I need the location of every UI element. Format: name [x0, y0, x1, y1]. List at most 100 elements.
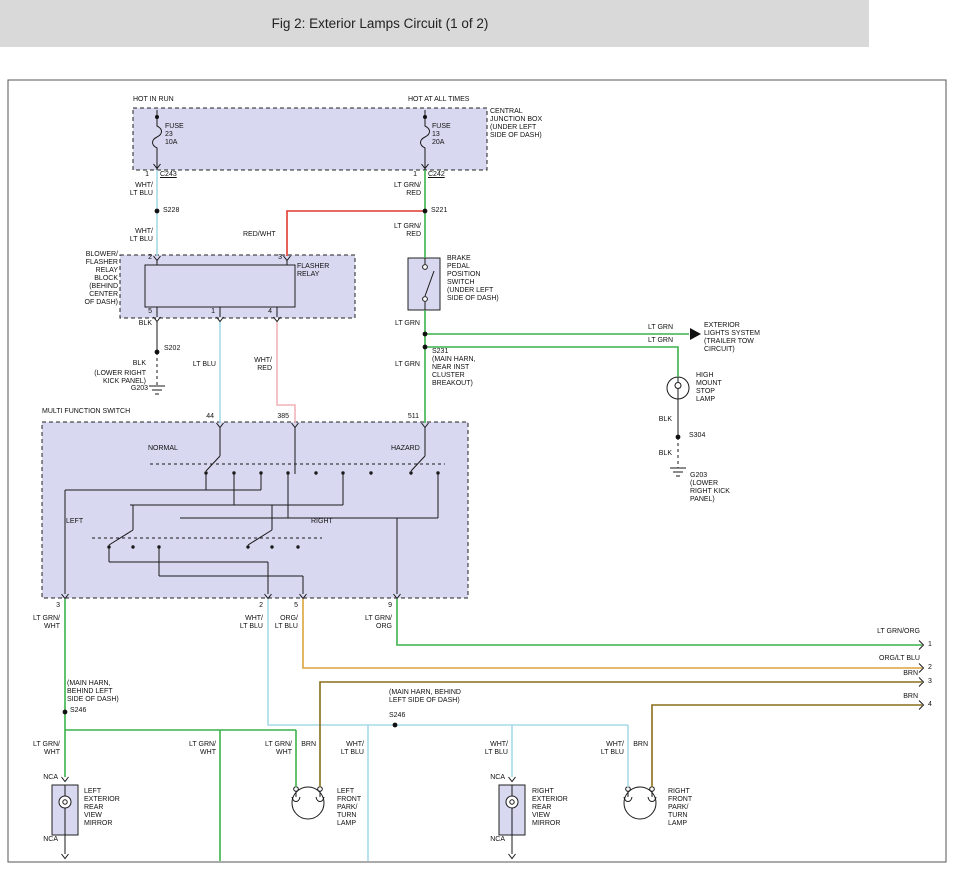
- cjb-label: CENTRAL JUNCTION BOX (UNDER LEFT SIDE OF…: [490, 108, 542, 140]
- connector-3-label: 3: [928, 678, 932, 686]
- nca-label-2: NCA: [38, 836, 58, 844]
- mfs-normal-label: NORMAL: [148, 445, 178, 453]
- ltgrn-wht-label-4: LT GRN/ WHT: [257, 741, 292, 757]
- wht-red-label: WHT/ RED: [248, 357, 272, 373]
- nca-label-4: NCA: [485, 836, 505, 844]
- splice-s228: [155, 209, 160, 214]
- splice-s231: [423, 345, 428, 350]
- relay-pin-1: 1: [199, 308, 215, 316]
- c243-label: C243: [160, 171, 177, 179]
- main-harn-label-left: (MAIN HARN, BEHIND LEFT SIDE OF DASH): [67, 680, 119, 704]
- fuse-23-label: FUSE 23 10A: [165, 123, 184, 147]
- connector-1-label: 1: [928, 641, 932, 649]
- wht-ltblu-label-1: WHT/ LT BLU: [119, 182, 153, 198]
- splice-s246-left: [63, 710, 68, 715]
- relay-pin-5: 5: [136, 308, 152, 316]
- relay-block-label: BLOWER/ FLASHER RELAY BLOCK (BEHIND CENT…: [74, 251, 118, 307]
- relay-pin-4: 4: [256, 308, 272, 316]
- left-turn-lamp-symbol: [292, 787, 324, 819]
- mfs-pin-44: 44: [196, 413, 214, 421]
- fuse-13-label: FUSE 13 20A: [432, 123, 451, 147]
- ltgrn-red-label-1: LT GRN/ RED: [385, 182, 421, 198]
- hot-at-all-times-label: HOT AT ALL TIMES: [408, 96, 469, 104]
- splice-s304: [676, 435, 681, 440]
- c243-pin-label: 1: [141, 171, 149, 179]
- ltgrn-wht-label-1: LT GRN/ WHT: [24, 615, 60, 631]
- left-mirror-label: LEFT EXTERIOR REAR VIEW MIRROR: [84, 788, 120, 828]
- blk-label-3: BLK: [646, 416, 672, 424]
- lt-grn-label-1: LT GRN: [392, 320, 420, 328]
- brake-switch-label: BRAKE PEDAL POSITION SWITCH (UNDER LEFT …: [447, 255, 499, 303]
- org-ltblu-label-2: ORG/LT BLU: [850, 655, 920, 663]
- mfs-pin-3: 3: [46, 602, 60, 610]
- wht-ltblu-label-5: WHT/ LT BLU: [474, 741, 508, 757]
- mfs-pin-511: 511: [399, 413, 419, 421]
- mfs-left-label: LEFT: [66, 518, 83, 526]
- lt-grn-label-4: LT GRN: [648, 337, 673, 345]
- splice-s246-right: [393, 723, 398, 728]
- wht-ltblu-label-2: WHT/ LT BLU: [119, 228, 153, 244]
- kick-panel-label: (LOWER RIGHT KICK PANEL): [86, 370, 146, 386]
- s228-label: S228: [163, 207, 179, 215]
- red-wht-label: RED/WHT: [243, 231, 276, 239]
- brn-label-4: BRN: [630, 741, 648, 749]
- mfs-pin-385: 385: [269, 413, 289, 421]
- g203-left-label: G203: [122, 385, 148, 393]
- flasher-relay-box: [145, 265, 295, 307]
- right-mirror-label: RIGHT EXTERIOR REAR VIEW MIRROR: [532, 788, 568, 828]
- blk-label-4: BLK: [646, 450, 672, 458]
- mfs-pin-9: 9: [378, 602, 392, 610]
- brn-label-3: BRN: [298, 741, 316, 749]
- wht-ltblu-label-6: WHT/ LT BLU: [590, 741, 624, 757]
- blk-label-2: BLK: [118, 360, 146, 368]
- right-mirror-lamp-symbol: [506, 796, 518, 808]
- s221-label: S221: [431, 207, 447, 215]
- left-mirror-lamp-symbol: [59, 796, 71, 808]
- wiring-figure-page: { "header": {"title": "Fig 2: Exterior L…: [0, 0, 954, 870]
- exterior-lights-label: EXTERIOR LIGHTS SYSTEM (TRAILER TOW CIRC…: [704, 322, 760, 354]
- ltgrn-wht-label-2: LT GRN/ WHT: [24, 741, 60, 757]
- brn-label-2: BRN: [880, 693, 918, 701]
- connector-4-label: 4: [928, 701, 932, 709]
- mfs-pin-2: 2: [249, 602, 263, 610]
- brn-label-1: BRN: [880, 670, 918, 678]
- s246-label-right: S246: [389, 712, 405, 720]
- nca-label-3: NCA: [485, 774, 505, 782]
- s304-label: S304: [689, 432, 705, 440]
- nca-label-1: NCA: [38, 774, 58, 782]
- ltgrn-red-label-2: LT GRN/ RED: [385, 223, 421, 239]
- s202-label: S202: [164, 345, 180, 353]
- diagram-canvas: HOT IN RUN HOT AT ALL TIMES CENTRAL JUNC…: [0, 0, 954, 870]
- s246-label-left: S246: [70, 707, 86, 715]
- s231-label: S231 (MAIN HARN, NEAR INST CLUSTER BREAK…: [432, 348, 476, 388]
- c242-pin-label: 1: [409, 171, 417, 179]
- ltgrn-org-label-1: LT GRN/ ORG: [356, 615, 392, 631]
- high-mount-lamp-label: HIGH MOUNT STOP LAMP: [696, 372, 722, 404]
- splice-s221: [423, 209, 428, 214]
- ltgrn-wht-label-3: LT GRN/ WHT: [183, 741, 216, 757]
- wht-ltblu-label-4: WHT/ LT BLU: [330, 741, 364, 757]
- lt-grn-label-2: LT GRN: [392, 361, 420, 369]
- relay-pin-3: 3: [266, 254, 282, 262]
- hot-in-run-label: HOT IN RUN: [133, 96, 174, 104]
- blk-label-1: BLK: [124, 320, 152, 328]
- wht-ltblu-label-3: WHT/ LT BLU: [228, 615, 263, 631]
- ltgrn-org-label-2: LT GRN/ORG: [850, 628, 920, 636]
- mfs-pin-5: 5: [284, 602, 298, 610]
- splice-s202: [155, 350, 160, 355]
- mfs-right-label: RIGHT: [311, 518, 333, 526]
- left-lamp-label: LEFT FRONT PARK/ TURN LAMP: [337, 788, 361, 828]
- mfs-title: MULTI FUNCTION SWITCH: [42, 408, 130, 416]
- wiring-diagram-svg: [0, 0, 954, 870]
- mfs-hazard-label: HAZARD: [391, 445, 420, 453]
- lt-grn-label-3: LT GRN: [648, 324, 673, 332]
- org-ltblu-label-1: ORG/ LT BLU: [264, 615, 298, 631]
- right-lamp-label: RIGHT FRONT PARK/ TURN LAMP: [668, 788, 692, 828]
- right-turn-lamp-symbol: [624, 787, 656, 819]
- main-harn-label-right: (MAIN HARN, BEHIND LEFT SIDE OF DASH): [389, 689, 461, 705]
- lt-blu-label: LT BLU: [192, 361, 216, 369]
- flasher-relay-label: FLASHER RELAY: [297, 263, 329, 279]
- c242-label: C242: [428, 171, 445, 179]
- g203-right-label: G203 (LOWER RIGHT KICK PANEL): [690, 472, 730, 504]
- relay-pin-2: 2: [136, 254, 152, 262]
